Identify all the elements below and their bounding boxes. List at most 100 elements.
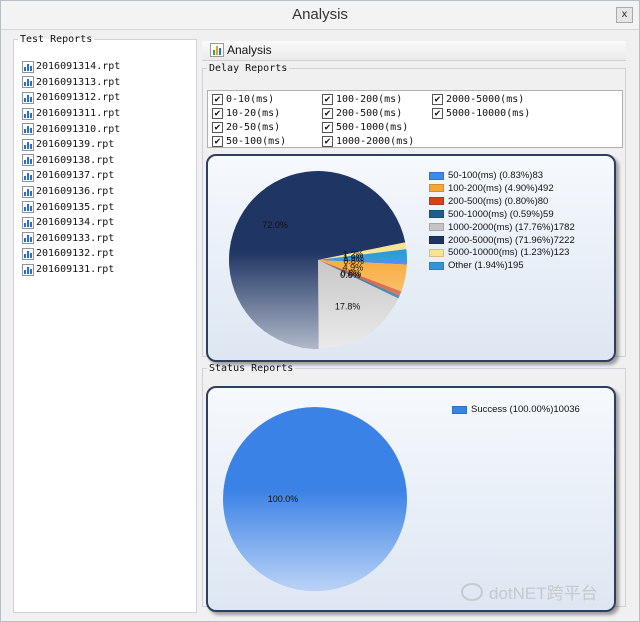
delay-filter-checkbox[interactable]: ✔ 50-100(ms)	[212, 136, 286, 147]
legend-swatch	[429, 223, 444, 232]
tab-analysis[interactable]: Analysis	[210, 43, 272, 57]
legend-label: 200-500(ms) (0.80%)80	[448, 195, 549, 207]
checkbox-check-icon: ✔	[212, 108, 223, 119]
checkbox-label: 5000-10000(ms)	[446, 108, 531, 119]
report-file-item[interactable]: 201609132.rpt	[22, 246, 120, 262]
delay-filter-checkbox[interactable]: ✔ 0-10(ms)	[212, 94, 274, 105]
report-file-icon	[22, 263, 34, 276]
report-file-name: 2016091312.rpt	[36, 92, 121, 104]
checkbox-label: 20-50(ms)	[226, 122, 281, 133]
report-file-name: 201609132.rpt	[36, 248, 115, 260]
legend-label: 50-100(ms) (0.83%)83	[448, 170, 544, 181]
report-file-item[interactable]: 201609139.rpt	[22, 137, 120, 153]
delay-filter-checkbox[interactable]: ✔ 1000-2000(ms)	[322, 136, 414, 147]
checkbox-label: 1000-2000(ms)	[336, 136, 415, 147]
report-file-item[interactable]: 201609136.rpt	[22, 184, 120, 200]
checkbox-label: 2000-5000(ms)	[446, 94, 525, 105]
legend-label: 1000-2000(ms) (17.76%)1782	[448, 221, 575, 233]
delay-filter-checkbox[interactable]: ✔ 2000-5000(ms)	[432, 94, 524, 105]
report-file-item[interactable]: 2016091310.rpt	[22, 121, 120, 137]
report-file-item[interactable]: 2016091314.rpt	[22, 59, 120, 75]
status-reports-title: Status Reports	[209, 363, 294, 374]
delay-filter-checkbox[interactable]: ✔ 5000-10000(ms)	[432, 108, 530, 119]
pie-shading	[229, 171, 407, 349]
delay-filter-checkbox[interactable]: ✔ 100-200(ms)	[322, 94, 402, 105]
checkbox-label: 100-200(ms)	[336, 94, 403, 105]
chart-icon	[210, 43, 224, 57]
report-file-icon	[22, 138, 34, 151]
report-file-item[interactable]: 201609131.rpt	[22, 262, 120, 278]
report-file-icon	[22, 91, 34, 104]
delay-filter-checkbox[interactable]: ✔ 200-500(ms)	[322, 108, 402, 119]
report-file-icon	[22, 169, 34, 182]
report-file-name: 201609133.rpt	[36, 232, 115, 244]
report-file-icon	[22, 185, 34, 198]
report-file-name: 201609137.rpt	[36, 170, 115, 182]
legend-swatch	[429, 184, 444, 193]
legend-swatch	[429, 197, 444, 206]
status-pie-chart: 100.0%	[223, 407, 407, 591]
report-file-icon	[22, 201, 34, 214]
checkbox-label: 50-100(ms)	[226, 136, 287, 147]
report-file-item[interactable]: 201609135.rpt	[22, 199, 120, 215]
report-file-item[interactable]: 201609134.rpt	[22, 215, 120, 231]
pie-slice-label: 100.0%	[268, 494, 299, 504]
legend-entry: 1000-2000(ms) (17.76%)1782	[429, 222, 575, 233]
legend-swatch	[429, 171, 444, 180]
delay-chart-frame: 0.8% 4.9% 0.8% 0.6% 17.8% 72.0% 1.2% 1.9% 50-10…	[206, 154, 616, 362]
legend-label: 5000-10000(ms) (1.23%)123	[448, 247, 570, 259]
report-file-item[interactable]: 2016091311.rpt	[22, 106, 120, 122]
checkbox-label: 10-20(ms)	[226, 108, 281, 119]
pie-slice-label: 1.9%	[343, 253, 364, 263]
test-reports-group: Test Reports 2016091314.rpt 2016091313.rp…	[13, 34, 197, 613]
report-file-item[interactable]: 201609133.rpt	[22, 231, 120, 247]
checkbox-check-icon: ✔	[432, 94, 443, 105]
report-file-item[interactable]: 201609137.rpt	[22, 168, 120, 184]
legend-label: 100-200(ms) (4.90%)492	[448, 182, 554, 194]
report-file-name: 2016091313.rpt	[36, 76, 121, 88]
report-file-name: 2016091311.rpt	[36, 108, 121, 120]
pie-slice-label: 72.0%	[262, 220, 288, 230]
legend-entry: 500-1000(ms) (0.59%)59	[429, 209, 554, 220]
file-list: 2016091314.rpt 2016091313.rpt 2016091312.r…	[22, 59, 120, 277]
tab-strip: Analysis	[202, 41, 626, 61]
wechat-logo-icon	[461, 582, 483, 601]
delay-filter-checkboxes: ✔ 0-10(ms) ✔ 10-20(ms) ✔ 20-50(ms) ✔ 50-100(ms)…	[207, 90, 623, 148]
report-file-name: 201609134.rpt	[36, 217, 115, 229]
legend-entry: 100-200(ms) (4.90%)492	[429, 183, 554, 194]
delay-filter-checkbox[interactable]: ✔ 20-50(ms)	[212, 122, 280, 133]
watermark-text: dotNET跨平台	[489, 584, 598, 603]
watermark: dotNET跨平台	[461, 579, 598, 604]
delay-filter-checkbox[interactable]: ✔ 500-1000(ms)	[322, 122, 408, 133]
report-file-icon	[22, 247, 34, 260]
report-file-name: 201609131.rpt	[36, 264, 115, 276]
checkbox-label: 0-10(ms)	[226, 94, 275, 105]
pie-slice-label: 17.8%	[335, 302, 361, 312]
delay-reports-group: Delay Reports ✔ 0-10(ms) ✔ 10-20(ms) ✔ 20-50(…	[202, 63, 626, 362]
report-file-name: 201609136.rpt	[36, 186, 115, 198]
report-file-item[interactable]: 2016091312.rpt	[22, 90, 120, 106]
pie-slice-label: 0.6%	[340, 270, 361, 280]
tab-analysis-label: Analysis	[227, 43, 272, 57]
delay-filter-checkbox[interactable]: ✔ 10-20(ms)	[212, 108, 280, 119]
analysis-window: Analysis x Test Reports 2016091314.rpt 20…	[0, 0, 640, 622]
report-file-icon	[22, 216, 34, 229]
legend-entry: 200-500(ms) (0.80%)80	[429, 196, 548, 207]
checkbox-label: 200-500(ms)	[336, 108, 403, 119]
checkbox-label: 500-1000(ms)	[336, 122, 409, 133]
legend-entry: 5000-10000(ms) (1.23%)123	[429, 247, 569, 258]
legend-swatch	[429, 236, 444, 244]
legend-label: 500-1000(ms) (0.59%)59	[448, 208, 554, 220]
close-button[interactable]: x	[616, 7, 633, 23]
legend-entry: 50-100(ms) (0.83%)83	[429, 170, 543, 181]
checkbox-check-icon: ✔	[322, 94, 333, 105]
legend-swatch	[429, 261, 444, 270]
report-file-icon	[22, 154, 34, 167]
checkbox-check-icon: ✔	[322, 108, 333, 119]
title-bar: Analysis x	[1, 1, 639, 30]
status-reports-group: Status Reports 100.0% Success (100.00%)1…	[202, 363, 626, 612]
window-title: Analysis	[292, 6, 348, 23]
report-file-item[interactable]: 2016091313.rpt	[22, 75, 120, 91]
checkbox-check-icon: ✔	[322, 122, 333, 133]
report-file-item[interactable]: 201609138.rpt	[22, 153, 120, 169]
